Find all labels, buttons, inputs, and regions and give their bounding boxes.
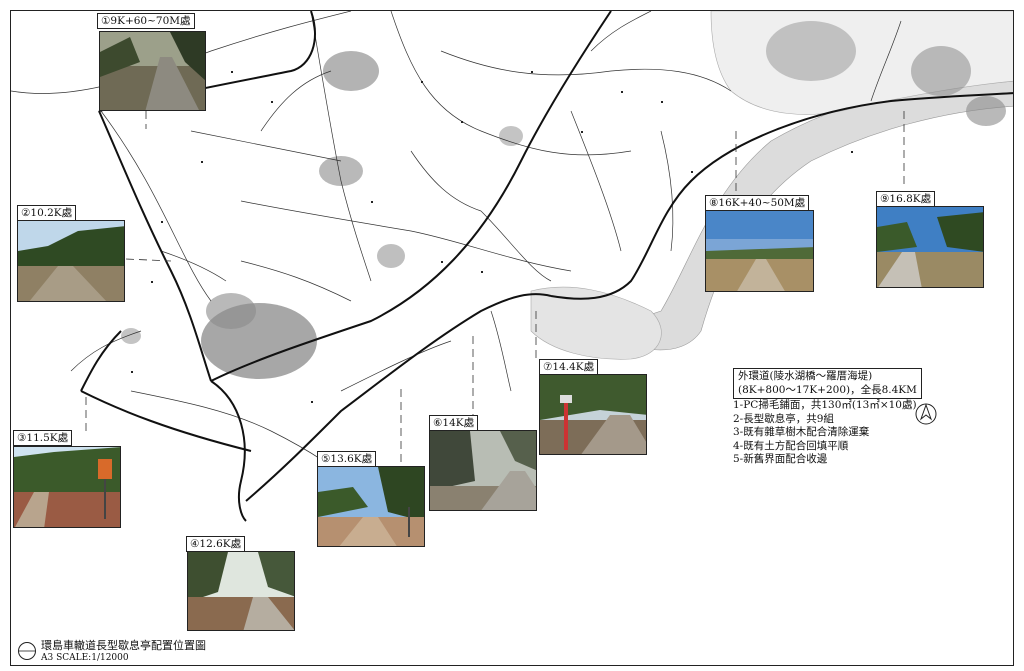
site-photo-9	[876, 206, 984, 288]
legend-item-2: 2-長型歇息亭，共9組	[733, 412, 834, 425]
legend-header: 外環道(陵水湖橋～羅厝海堤) (8K+800～17K+200)，全長8.4KM	[733, 368, 922, 399]
photo-label-9: ⑨16.8K處	[876, 191, 936, 207]
site-photo-3	[13, 446, 121, 528]
site-photo-4	[187, 551, 295, 631]
photo-label-1: ①9K+60~70M處	[97, 13, 195, 29]
legend-item-4: 4-既有土方配合回填平順	[733, 439, 849, 452]
site-photo-7	[539, 374, 647, 455]
drawing-sheet: ①9K+60~70M處 ②10.2K處 ③11.5K處 ④12.6K處 ⑤13.…	[10, 10, 1014, 666]
legend-range: (8K+800～17K+200)，全長8.4KM	[738, 383, 917, 396]
legend-item-1: 1-PC掃毛鋪面，共130㎡(13㎡×10處)	[733, 399, 917, 411]
legend-item-5: 5-新舊界面配合收邊	[733, 453, 828, 465]
legend-item-3: 3-既有雜草樹木配合清除運棄	[733, 426, 870, 438]
legend: 外環道(陵水湖橋～羅厝海堤) (8K+800～17K+200)，全長8.4KM …	[733, 368, 922, 467]
photo-label-5: ⑤13.6K處	[317, 451, 377, 467]
photo-label-4: ④12.6K處	[186, 536, 246, 552]
photo-label-8: ⑧16K+40~50M處	[705, 195, 810, 211]
site-photo-8	[705, 210, 814, 292]
drawing-title: 環島車轍道長型歇息亭配置位置圖	[41, 639, 206, 652]
legend-heading: 外環道(陵水湖橋～羅厝海堤)	[738, 370, 873, 382]
photo-label-2: ②10.2K處	[17, 205, 77, 221]
site-photo-2	[17, 220, 125, 302]
site-photo-6	[429, 430, 537, 511]
photo-label-7: ⑦14.4K處	[539, 359, 599, 375]
drawing-scale: A3 SCALE:1/12000	[41, 653, 129, 663]
site-photo-5	[317, 466, 425, 547]
photo-label-3: ③11.5K處	[13, 430, 73, 446]
drawing-index-icon	[17, 641, 37, 665]
photo-label-6: ⑥14K處	[429, 415, 479, 431]
site-photo-1	[99, 31, 206, 111]
